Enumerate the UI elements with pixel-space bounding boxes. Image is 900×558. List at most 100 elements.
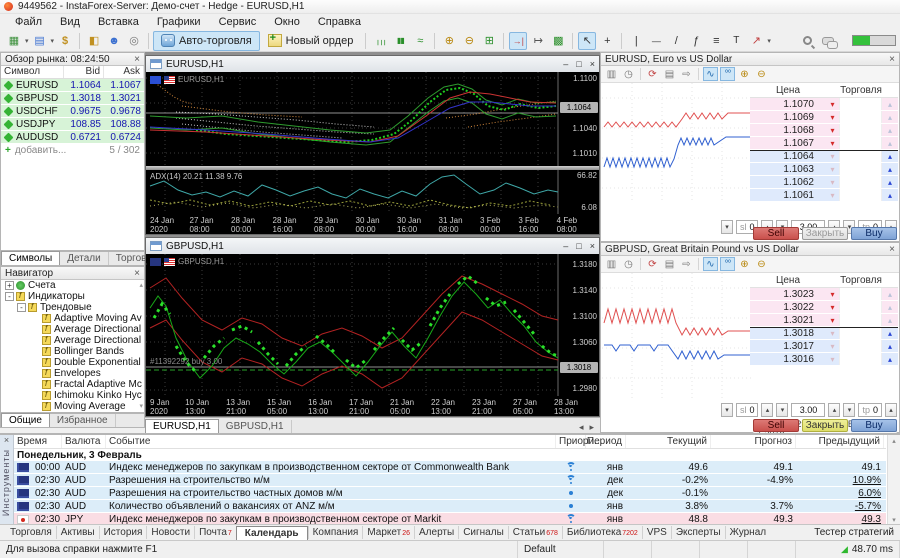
expand-toggle[interactable]: + <box>5 281 14 290</box>
dom-price-row[interactable]: 1.3021 <box>750 314 898 327</box>
event-previous[interactable]: 49.1 <box>796 462 884 473</box>
sell-arrow-icon[interactable] <box>826 302 839 313</box>
calendar-row[interactable]: 02:30 AUD Разрешения на строительство ча… <box>14 487 886 500</box>
buy-arrow-icon[interactable] <box>882 341 898 352</box>
toolbox-tab[interactable]: Календарь <box>236 526 308 540</box>
close-icon[interactable]: × <box>590 241 595 251</box>
dom-history-icon[interactable] <box>621 257 636 271</box>
chevron-down-icon[interactable]: ▾ <box>767 37 771 45</box>
spin-down-button[interactable] <box>721 403 733 417</box>
arrows-icon[interactable] <box>747 32 765 50</box>
spin-down-button[interactable] <box>843 403 855 417</box>
buy-arrow-icon[interactable] <box>882 112 898 123</box>
trade-volume-cell[interactable] <box>839 301 882 313</box>
scroll-up-icon[interactable]: ▴ <box>139 281 143 289</box>
toolbox-tab[interactable]: Журнал <box>725 526 771 539</box>
scroll-end-icon[interactable] <box>509 32 527 50</box>
menu-insert[interactable]: Вставка <box>89 16 148 28</box>
dom-ticks-icon[interactable] <box>703 257 718 271</box>
cursor-icon[interactable] <box>578 32 596 50</box>
dom-price-row[interactable]: 1.1068 <box>750 124 898 137</box>
dom-chart-icon[interactable] <box>604 257 619 271</box>
minimize-icon[interactable]: – <box>563 59 568 69</box>
chart-shift-icon[interactable] <box>529 32 547 50</box>
trade-volume-cell[interactable] <box>839 189 882 201</box>
calendar-row[interactable]: 00:00 AUD Индекс менеджеров по закупкам … <box>14 461 886 474</box>
market-watch-row[interactable]: EURUSD 1.1064 1.1067 <box>1 79 144 92</box>
tab[interactable]: Общие <box>1 413 50 427</box>
navigator-tree-item[interactable]: + Счета <box>1 280 144 291</box>
objects-icon[interactable] <box>707 32 725 50</box>
toolbox-tab[interactable]: Почта7 <box>194 526 236 539</box>
dom-history-icon[interactable] <box>621 67 636 81</box>
dom-zoomin-icon[interactable] <box>737 67 752 81</box>
sell-arrow-icon[interactable] <box>826 164 839 175</box>
bars-icon[interactable] <box>371 32 389 50</box>
dom-price-row[interactable]: 1.1070 <box>750 98 898 111</box>
trade-volume-cell[interactable] <box>839 340 882 352</box>
menu-charts[interactable]: Графики <box>148 16 210 28</box>
buy-arrow-icon[interactable] <box>882 99 898 110</box>
crosshair-icon[interactable] <box>598 32 616 50</box>
dom-zoomout-icon[interactable] <box>754 67 769 81</box>
dom-refresh-icon[interactable] <box>645 257 660 271</box>
profiles-icon[interactable] <box>31 32 49 50</box>
close-icon[interactable]: × <box>134 55 140 64</box>
new-chart-icon[interactable] <box>5 32 23 50</box>
navigator-tree-item[interactable]: - Индикаторы <box>1 291 144 302</box>
buy-arrow-icon[interactable] <box>882 289 898 300</box>
sell-button[interactable]: Sell <box>753 419 799 432</box>
toolbox-tab[interactable]: Маркет26 <box>362 526 414 539</box>
event-previous[interactable]: 10.9% <box>796 475 884 486</box>
sell-arrow-icon[interactable] <box>826 99 839 110</box>
trade-volume-cell[interactable] <box>839 98 882 110</box>
scroll-down-icon[interactable]: ▾ <box>892 516 896 524</box>
sell-arrow-icon[interactable] <box>826 190 839 201</box>
navigator-tree-item[interactable]: Bollinger Bands <box>1 346 144 357</box>
navigator-tree-item[interactable]: Ichimoku Kinko Hyc <box>1 390 144 401</box>
account-icon[interactable] <box>105 32 123 50</box>
toolbox-tab[interactable]: Сигналы <box>458 526 508 539</box>
buy-arrow-icon[interactable] <box>882 190 898 201</box>
toolbox-tab[interactable]: Библиотека7202 <box>562 526 642 539</box>
spin-up-button[interactable] <box>828 403 840 417</box>
toolbox-tab[interactable]: Эксперты <box>671 526 725 539</box>
maximize-icon[interactable]: □ <box>576 59 581 69</box>
sell-arrow-icon[interactable] <box>826 151 839 162</box>
market-watch-row[interactable]: GBPUSD 1.3018 1.3021 <box>1 92 144 105</box>
search-icon[interactable] <box>803 36 812 45</box>
tab-scroll-left-icon[interactable]: ◂ <box>579 422 584 433</box>
buy-arrow-icon[interactable] <box>882 151 898 162</box>
close-icon[interactable]: × <box>134 269 140 278</box>
menu-tools[interactable]: Сервис <box>210 16 266 28</box>
navigator-tree-item[interactable]: Average Directional <box>1 324 144 335</box>
status-latency[interactable]: ◢ 48.70 ms <box>796 541 900 558</box>
menu-help[interactable]: Справка <box>309 16 370 28</box>
sell-arrow-icon[interactable] <box>826 112 839 123</box>
dom-circles-icon[interactable] <box>720 67 735 81</box>
event-previous[interactable]: 6.0% <box>796 488 884 499</box>
chart-tab[interactable]: GBPUSD,H1 <box>219 420 292 433</box>
data-window-icon[interactable] <box>56 32 74 50</box>
dom-circles-icon[interactable] <box>720 257 735 271</box>
market-watch-row[interactable]: USDCHF 0.9675 0.9678 <box>1 105 144 118</box>
dom-depth-icon[interactable] <box>662 257 677 271</box>
navigator-tree-item[interactable]: Moving Average <box>1 401 144 412</box>
close-icon[interactable]: × <box>590 59 595 69</box>
spin-down-button[interactable] <box>721 220 733 234</box>
sell-arrow-icon[interactable] <box>826 354 839 365</box>
sell-arrow-icon[interactable] <box>826 125 839 136</box>
close-icon[interactable]: × <box>889 55 895 64</box>
buy-arrow-icon[interactable] <box>882 354 898 365</box>
trade-volume-cell[interactable] <box>839 176 882 188</box>
line-chart-icon[interactable] <box>411 32 429 50</box>
maximize-icon[interactable]: □ <box>576 241 581 251</box>
close-icon[interactable]: × <box>889 245 895 254</box>
navigator-tree-item[interactable]: Adaptive Moving Av <box>1 313 144 324</box>
chart-window-titlebar[interactable]: GBPUSD,H1 – □ × <box>146 238 599 254</box>
dom-ticks-icon[interactable] <box>703 67 718 81</box>
close-position-button[interactable]: Закрыть <box>802 419 848 432</box>
trade-volume-cell[interactable] <box>839 328 882 339</box>
dom-price-row[interactable]: 1.3017 <box>750 340 898 353</box>
sell-button[interactable]: Sell <box>753 227 799 240</box>
